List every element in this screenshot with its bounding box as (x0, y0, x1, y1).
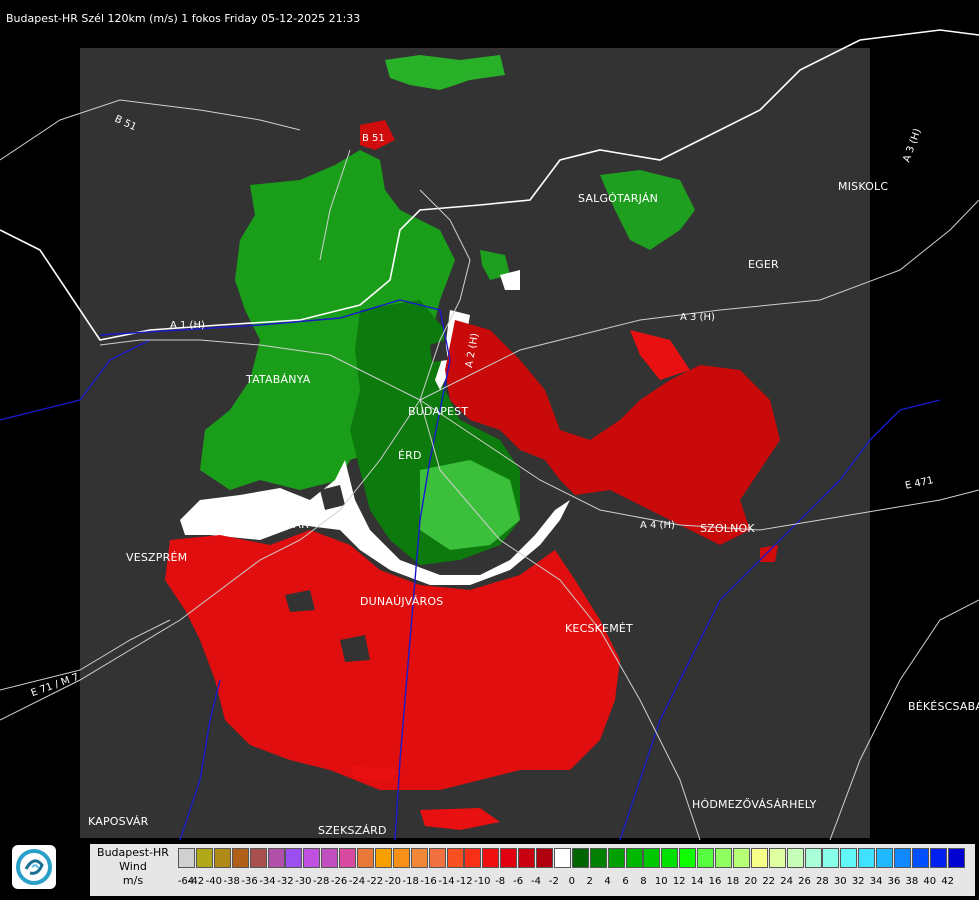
legend-tick-label: -42 (187, 876, 205, 887)
legend-tick-label: 12 (672, 876, 686, 887)
legend-tick-label: 10 (654, 876, 668, 887)
legend-tick-label: -2 (548, 876, 559, 887)
legend-tick-label: -14 (438, 876, 455, 887)
legend-tick-label: -16 (420, 876, 437, 887)
legend-tick-label: -32 (277, 876, 294, 887)
legend-tick-label: 40 (923, 876, 937, 887)
legend-tick-label: -36 (241, 876, 258, 887)
legend-tick-label: 32 (851, 876, 865, 887)
legend-tick-label: 0 (568, 876, 575, 887)
city-label-dunaujvaros: DUNAÚJVÁROS (360, 595, 444, 608)
radar-map (0, 0, 979, 840)
legend-tick-label: 42 (941, 876, 955, 887)
legend-tick-label: -34 (259, 876, 276, 887)
legend-tick-label: -24 (348, 876, 366, 887)
city-label-szekszard: SZEKSZÁRD (318, 824, 387, 837)
legend-tick-label: 6 (622, 876, 629, 887)
city-label-kaposvar: KAPOSVÁR (88, 815, 149, 828)
legend-tick-label: -38 (223, 876, 240, 887)
legend-tick-label: 38 (905, 876, 919, 887)
legend-tick-label: 8 (640, 876, 647, 887)
legend-tick-label: 24 (780, 876, 793, 887)
road-label-b51-north: B 51 (362, 133, 385, 144)
city-label-hodmezovasarhely: HÓDMEZŐVÁSÁRHELY (692, 798, 817, 811)
header-title: Budapest-HR Szél 120km (m/s) 1 fokos Fri… (6, 12, 361, 25)
city-label-bekescsaba: BÉKÉSCSABA (908, 700, 979, 713)
legend-tick-label: -22 (366, 876, 384, 887)
city-label-szekesfehervar: SZÉKESFEHÉRVÁR (206, 518, 309, 531)
city-label-budapest: BUDAPEST (408, 405, 469, 418)
legend-tick-label: 2 (586, 876, 593, 887)
city-label-veszprem: VESZPRÉM (126, 551, 188, 564)
legend-tick-label: -18 (402, 876, 419, 887)
legend-tick-label: 36 (887, 876, 901, 887)
city-label-tatabanya: TATABÁNYA (246, 373, 311, 386)
city-label-kecskemet: KECSKEMÉT (565, 622, 633, 635)
legend-tick-label: 28 (816, 876, 829, 887)
legend-tick-label: -4 (531, 876, 541, 887)
legend-tick-label: -40 (205, 876, 222, 887)
city-label-erd: ÉRD (398, 449, 422, 462)
swirl-logo-icon (12, 845, 56, 889)
legend-tick-label: 30 (833, 876, 847, 887)
road-label-a1: A 1 (H) (170, 320, 205, 331)
legend-tick-label: 26 (798, 876, 811, 887)
legend-tick-label: -28 (313, 876, 330, 887)
color-legend: Budapest-HR Wind m/s -64 -42 -40 -38 -36 -34-… (90, 844, 975, 896)
legend-tick-label: 22 (762, 876, 776, 887)
legend-tick-label: -12 (456, 876, 473, 887)
city-label-eger: EGER (748, 258, 779, 271)
legend-tick-label: 34 (869, 876, 883, 887)
legend-tick-label: 4 (604, 876, 611, 887)
legend-tick-label: 16 (708, 876, 722, 887)
city-label-szolnok: SZOLNOK (700, 522, 755, 535)
legend-tick-label: -8 (495, 876, 506, 887)
city-label-miskolc: MISKOLC (838, 180, 889, 193)
road-label-a4: A 4 (H) (640, 520, 675, 531)
legend-tick-label: -6 (513, 876, 524, 887)
city-label-salgotarjan: SALGÓTARJÁN (578, 192, 659, 205)
legend-ticks: -64 -42 -40 -38 -36 -34 -32 -30 -28 -26 -24 -22 -20-… (90, 844, 975, 896)
road-label-a3-east: A 3 (H) (680, 312, 715, 323)
legend-tick-label: 18 (726, 876, 740, 887)
legend-tick-label: -10 (474, 876, 491, 887)
legend-tick-label: 14 (690, 876, 704, 887)
legend-tick-label: 20 (744, 876, 758, 887)
legend-tick-label: -26 (330, 876, 348, 887)
legend-tick-label: -20 (384, 876, 401, 887)
legend-tick-label: -30 (295, 876, 312, 887)
